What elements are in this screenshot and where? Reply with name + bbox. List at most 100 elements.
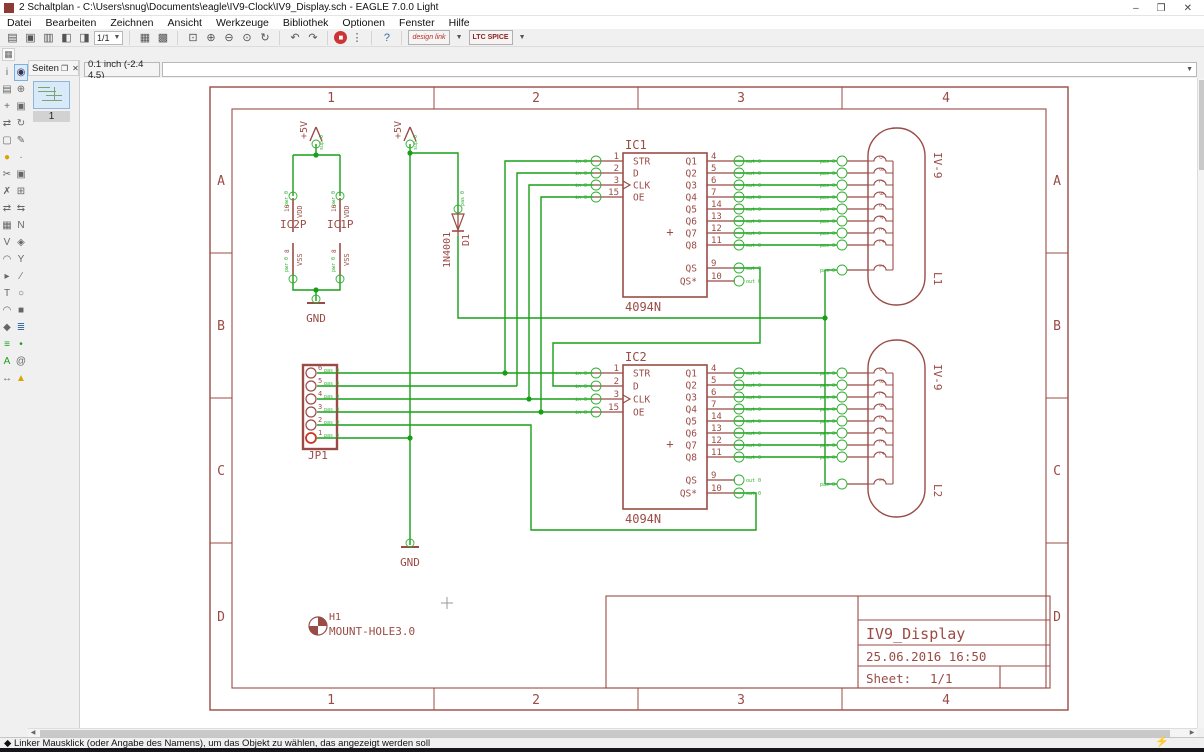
ltspice-button[interactable]: LTC SPICE xyxy=(469,30,513,45)
split-tool[interactable]: Y xyxy=(14,251,28,268)
menu-fenster[interactable]: Fenster xyxy=(392,17,442,29)
scroll-right-icon[interactable]: ▶ xyxy=(1187,729,1197,737)
command-input[interactable] xyxy=(163,64,1183,76)
float-panel-icon[interactable]: ❐ xyxy=(59,64,70,73)
paint-tool[interactable]: ● xyxy=(0,149,14,166)
svg-text:6: 6 xyxy=(318,364,322,372)
menu-hilfe[interactable]: Hilfe xyxy=(442,17,477,29)
zoom-out-icon[interactable]: ⊖ xyxy=(220,30,237,45)
rotate-tool[interactable]: ↻ xyxy=(14,115,28,132)
show-tool[interactable]: ◉ xyxy=(14,64,28,81)
value-tool[interactable]: V xyxy=(0,234,14,251)
component-h1[interactable]: H1MOUNT-HOLE3.0 xyxy=(309,612,415,638)
group-tool[interactable]: ▢ xyxy=(0,132,14,149)
net-tool[interactable]: ≡ xyxy=(0,336,14,353)
paste-tool[interactable]: ▣ xyxy=(14,166,28,183)
label-tool[interactable]: A xyxy=(0,353,14,370)
pinswap-tool[interactable]: ⇄ xyxy=(0,200,14,217)
menu-werkzeuge[interactable]: Werkzeuge xyxy=(209,17,276,29)
menu-ansicht[interactable]: Ansicht xyxy=(161,17,209,29)
menu-zeichnen[interactable]: Zeichnen xyxy=(103,17,160,29)
help-icon[interactable]: ? xyxy=(378,30,395,45)
menu-optionen[interactable]: Optionen xyxy=(335,17,392,29)
gateswap-tool[interactable]: ⇆ xyxy=(14,200,28,217)
menu-bibliothek[interactable]: Bibliothek xyxy=(276,17,336,29)
grid-dock-icon[interactable]: ▦ xyxy=(2,48,15,61)
traffic-light-icon[interactable]: ⋮ xyxy=(348,30,365,45)
menu-bearbeiten[interactable]: Bearbeiten xyxy=(39,17,104,29)
mark-tool[interactable]: ⊕ xyxy=(14,81,28,98)
close-button[interactable]: ✕ xyxy=(1184,3,1192,14)
junction-tool[interactable]: • xyxy=(14,336,28,353)
stop-icon[interactable]: ■ xyxy=(334,31,347,44)
menu-datei[interactable]: Datei xyxy=(0,17,39,29)
copy-tool[interactable]: ▣ xyxy=(14,98,28,115)
sheet-label: Sheet: xyxy=(866,671,911,686)
command-dropdown-icon[interactable]: ▼ xyxy=(1183,66,1196,73)
restore-button[interactable]: ❐ xyxy=(1157,3,1166,14)
wire-tool[interactable]: ∕ xyxy=(14,268,28,285)
zoom-fit-icon[interactable]: ⊡ xyxy=(184,30,201,45)
net-wires[interactable] xyxy=(293,144,837,545)
component-ic2[interactable]: IC24094N+1in 0STR2in 0D3in 0CLK15in 0OE4… xyxy=(575,350,761,526)
arc-tool[interactable]: ◠ xyxy=(0,302,14,319)
change-tool[interactable]: ✎ xyxy=(14,132,28,149)
zoom-in-icon[interactable]: ⊕ xyxy=(202,30,219,45)
designlink-button[interactable]: design link xyxy=(408,30,449,45)
schematic-canvas[interactable]: 11223344AABBCCDDIV9_Display25.06.2016 16… xyxy=(80,78,1197,728)
undo-icon[interactable]: ↶ xyxy=(286,30,303,45)
smash-tool[interactable]: ◈ xyxy=(14,234,28,251)
polygon-tool[interactable]: ◆ xyxy=(0,319,14,336)
component-l2[interactable]: IV-9L2pas 09pas 08pas 07pas 06pas 05pas … xyxy=(820,340,944,517)
layer-settings-icon[interactable]: ▩ xyxy=(154,30,171,45)
vertical-scrollbar[interactable] xyxy=(1197,78,1204,728)
scroll-left-icon[interactable]: ◀ xyxy=(28,729,38,737)
component-d1[interactable]: pas 01N4001D1 xyxy=(442,191,472,268)
power-symbols[interactable]: +5Vsup 0+5Vsup 0GNDGND16VDD8VSSpwr 0pwr … xyxy=(280,121,420,569)
close-panel-icon[interactable]: ✕ xyxy=(70,64,81,73)
dimension-tool[interactable]: ↔ xyxy=(0,370,14,387)
component-ic1[interactable]: IC14094N+1in 0STR2in 0D3in 0CLK15in 0OE4… xyxy=(575,138,761,314)
attribute-tool[interactable]: @ xyxy=(14,353,28,370)
page-number-label[interactable]: 1 xyxy=(33,111,70,122)
erc-tool[interactable]: ▲ xyxy=(14,370,28,387)
svg-text:C: C xyxy=(217,464,225,479)
ltspice-dropdown-icon[interactable]: ▼ xyxy=(514,30,531,45)
text-tool[interactable]: T xyxy=(0,285,14,302)
designlink-dropdown-icon[interactable]: ▼ xyxy=(451,30,468,45)
move-tool[interactable]: + xyxy=(0,98,14,115)
sheet-select-combo[interactable]: 1/1▼ xyxy=(94,31,123,45)
print-icon[interactable]: ▥ xyxy=(40,30,57,45)
bus-tool[interactable]: ≣ xyxy=(14,319,28,336)
redo-icon[interactable]: ↷ xyxy=(304,30,321,45)
miter-tool[interactable]: ◠ xyxy=(0,251,14,268)
cut-tool[interactable]: ✂ xyxy=(0,166,14,183)
zoom-redraw-icon[interactable]: ↻ xyxy=(256,30,273,45)
optimize-tool[interactable]: ∙ xyxy=(14,149,28,166)
delete-tool[interactable]: ✗ xyxy=(0,183,14,200)
horizontal-scrollbar[interactable]: ◀ ▶ xyxy=(28,728,1197,737)
zoom-select-icon[interactable]: ⊙ xyxy=(238,30,255,45)
display-tool[interactable]: ▤ xyxy=(0,81,14,98)
board-icon[interactable]: ◨ xyxy=(76,30,93,45)
svg-text:IC2: IC2 xyxy=(625,350,647,364)
replace-tool[interactable]: ▦ xyxy=(0,217,14,234)
circle-tool[interactable]: ○ xyxy=(14,285,28,302)
invoke-tool[interactable]: ▸ xyxy=(0,268,14,285)
component-l1[interactable]: IV-9L1pas 09pas 08pas 07pas 06pas 05pas … xyxy=(820,128,944,305)
cam-processor-icon[interactable]: ◧ xyxy=(58,30,75,45)
svg-text:Q6: Q6 xyxy=(686,217,698,228)
mirror-tool[interactable]: ⇄ xyxy=(0,115,14,132)
minimize-button[interactable]: – xyxy=(1133,3,1139,14)
eagle-tray-icon[interactable]: ⚡ xyxy=(1155,736,1167,748)
save-icon[interactable]: ▣ xyxy=(22,30,39,45)
open-icon[interactable]: ▤ xyxy=(4,30,21,45)
page-thumbnail[interactable] xyxy=(33,81,70,109)
info-tool[interactable]: i xyxy=(0,64,14,81)
name-tool[interactable]: N xyxy=(14,217,28,234)
grid-icon[interactable]: ▦ xyxy=(136,30,153,45)
component-jp1[interactable]: 6pas 05pas 04pas 03pas 02pas 01pas 0JP1 xyxy=(303,364,339,462)
rect-tool[interactable]: ■ xyxy=(14,302,28,319)
add-tool[interactable]: ⊞ xyxy=(14,183,28,200)
scrollbar-thumb[interactable] xyxy=(40,730,1170,737)
